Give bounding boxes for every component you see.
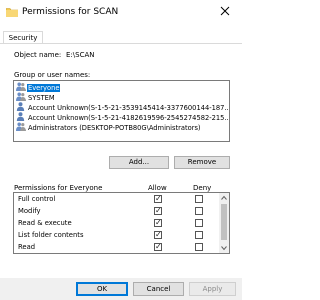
list-item-label: Account Unknown(S-1-5-21-3539145414-3377… (28, 104, 230, 112)
permission-row: Read ✓ (14, 241, 219, 253)
user-group-icon (16, 82, 26, 91)
list-item-label: Everyone (27, 84, 61, 92)
ok-button[interactable]: OK (76, 282, 128, 296)
apply-button: Apply (189, 282, 236, 296)
title-bar: Permissions for SCAN (0, 0, 242, 24)
allow-checkbox[interactable]: ✓ (154, 231, 162, 239)
permission-label: Read (18, 243, 36, 251)
list-item-label: Account Unknown(S-1-5-21-4182619596-2545… (28, 114, 230, 122)
permission-row: Modify ✓ (14, 205, 219, 217)
user-group-icon (16, 92, 26, 101)
permissions-listbox[interactable]: Full control ✓ Modify ✓ Read & execute ✓… (13, 192, 230, 254)
list-item-label: SYSTEM (28, 94, 55, 102)
folder-icon (5, 7, 19, 18)
scrollbar[interactable] (219, 193, 229, 253)
user-group-icon (16, 122, 26, 131)
deny-checkbox[interactable] (195, 195, 203, 203)
deny-checkbox[interactable] (195, 243, 203, 251)
user-icon (16, 102, 26, 111)
permission-label: Modify (18, 207, 41, 215)
remove-button[interactable]: Remove (174, 156, 230, 169)
add-button[interactable]: Add... (109, 156, 169, 169)
list-item[interactable]: Account Unknown(S-1-5-21-3539145414-3377… (16, 102, 230, 112)
close-icon[interactable] (214, 2, 236, 20)
permission-row: Full control ✓ (14, 193, 219, 205)
object-name-label: Object name: (14, 51, 62, 59)
group-list-label: Group or user names: (14, 71, 91, 79)
allow-checkbox[interactable]: ✓ (154, 243, 162, 251)
deny-checkbox[interactable] (195, 219, 203, 227)
allow-checkbox[interactable]: ✓ (154, 195, 162, 203)
scroll-down-icon[interactable] (219, 243, 229, 253)
tab-divider (0, 43, 242, 44)
permission-label: List folder contents (18, 231, 84, 239)
allow-checkbox[interactable]: ✓ (154, 207, 162, 215)
permission-label: Full control (18, 195, 56, 203)
scroll-thumb[interactable] (221, 204, 227, 240)
list-item-label: Administrators (DESKTOP-POTB80G\Administ… (28, 124, 201, 132)
object-name-value: E:\SCAN (66, 51, 95, 59)
list-item[interactable]: SYSTEM (16, 92, 56, 102)
window-title: Permissions for SCAN (22, 7, 119, 17)
allow-checkbox[interactable]: ✓ (154, 219, 162, 227)
permissions-dialog: Permissions for SCAN Security Object nam… (0, 0, 242, 300)
deny-checkbox[interactable] (195, 207, 203, 215)
list-item[interactable]: Account Unknown(S-1-5-21-4182619596-2545… (16, 112, 230, 122)
tab-security-label: Security (8, 34, 38, 42)
group-user-listbox[interactable]: Everyone SYSTEM Account Unknown(S-1-5-21… (13, 80, 230, 142)
deny-checkbox[interactable] (195, 231, 203, 239)
user-icon (16, 112, 26, 121)
scroll-up-icon[interactable] (219, 193, 229, 203)
cancel-button[interactable]: Cancel (133, 282, 184, 296)
permission-row: Read & execute ✓ (14, 217, 219, 229)
list-item[interactable]: Administrators (DESKTOP-POTB80G\Administ… (16, 122, 202, 132)
permission-label: Read & execute (18, 219, 72, 227)
permission-row: List folder contents ✓ (14, 229, 219, 241)
list-item[interactable]: Everyone (16, 82, 61, 92)
